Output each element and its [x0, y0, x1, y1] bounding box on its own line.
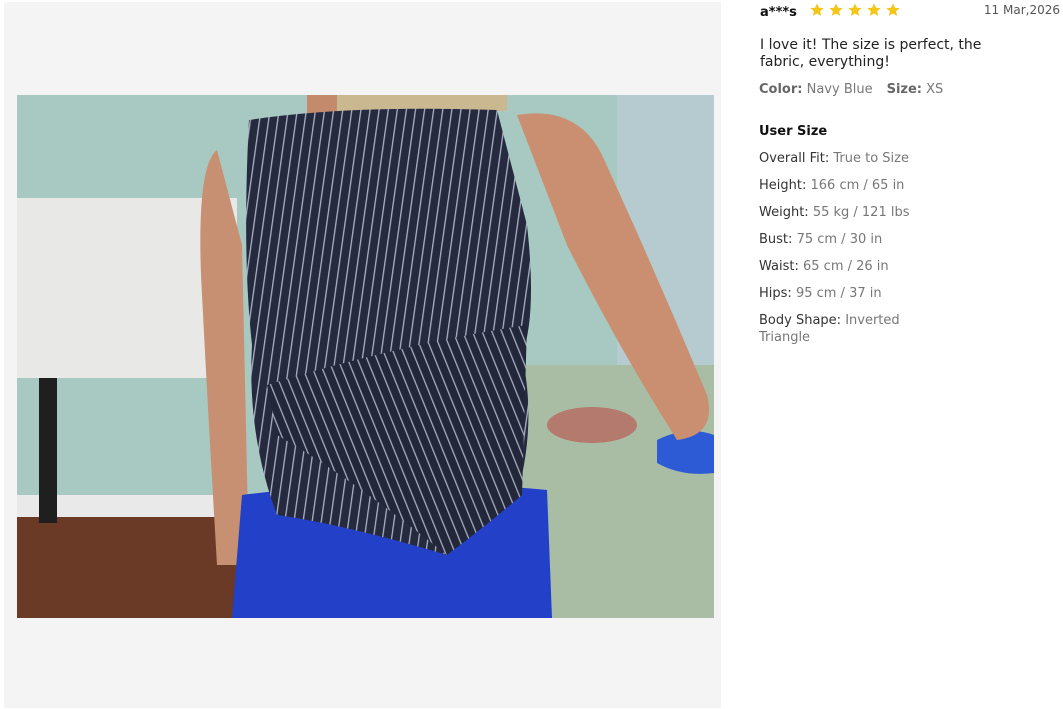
- size-row-value: 65 cm / 26 in: [803, 259, 889, 274]
- purchase-attributes: Color: Navy Blue Size: XS: [759, 82, 943, 97]
- star-icon: [829, 3, 843, 16]
- review-image-panel: [4, 2, 721, 708]
- color-value: Navy Blue: [806, 82, 873, 97]
- review-photo[interactable]: [17, 95, 714, 618]
- size-row-height: Height: 166 cm / 65 in: [759, 177, 929, 194]
- size-row-body-shape: Body Shape: Inverted Triangle: [759, 312, 929, 346]
- size-attribute: Size: XS: [887, 82, 944, 97]
- user-size-list: Overall Fit: True to Size Height: 166 cm…: [759, 150, 929, 356]
- mirror-selfie-image: [17, 95, 714, 618]
- review-header: a***s 11 Mar,2026: [759, 0, 1063, 26]
- review-date: 11 Mar,2026: [983, 3, 1060, 17]
- reviewer-username: a***s: [760, 5, 797, 20]
- size-row-label: Hips:: [759, 286, 792, 301]
- size-row-label: Weight:: [759, 205, 809, 220]
- star-icon: [848, 3, 862, 16]
- size-row-label: Overall Fit:: [759, 151, 830, 166]
- star-icon: [810, 3, 824, 16]
- size-row-hips: Hips: 95 cm / 37 in: [759, 285, 929, 302]
- size-row-label: Bust:: [759, 232, 793, 247]
- size-label: Size:: [886, 82, 922, 97]
- size-row-waist: Waist: 65 cm / 26 in: [759, 258, 929, 275]
- color-attribute: Color: Navy Blue: [759, 82, 873, 97]
- size-row-value: 95 cm / 37 in: [795, 286, 882, 301]
- user-size-title: User Size: [759, 124, 828, 139]
- size-row-label: Waist:: [759, 259, 799, 274]
- size-row-value: True to Size: [833, 151, 909, 166]
- review-text: I love it! The size is perfect, the fabr…: [760, 37, 982, 70]
- star-icon: [886, 3, 900, 16]
- size-row-value: 75 cm / 30 in: [796, 232, 883, 247]
- review-details: a***s 11 Mar,2026 I love it! The size is…: [759, 0, 1063, 709]
- star-rating: [809, 2, 901, 18]
- size-row-bust: Bust: 75 cm / 30 in: [759, 231, 929, 248]
- size-row-value: 166 cm / 65 in: [810, 178, 905, 193]
- color-label: Color:: [759, 82, 803, 97]
- size-row-label: Body Shape:: [759, 313, 842, 328]
- size-row-value: 55 kg / 121 lbs: [812, 205, 910, 220]
- star-icon: [867, 3, 881, 16]
- size-row-overall-fit: Overall Fit: True to Size: [759, 150, 929, 167]
- size-value: XS: [926, 82, 944, 97]
- size-row-label: Height:: [759, 178, 807, 193]
- size-row-weight: Weight: 55 kg / 121 lbs: [759, 204, 929, 221]
